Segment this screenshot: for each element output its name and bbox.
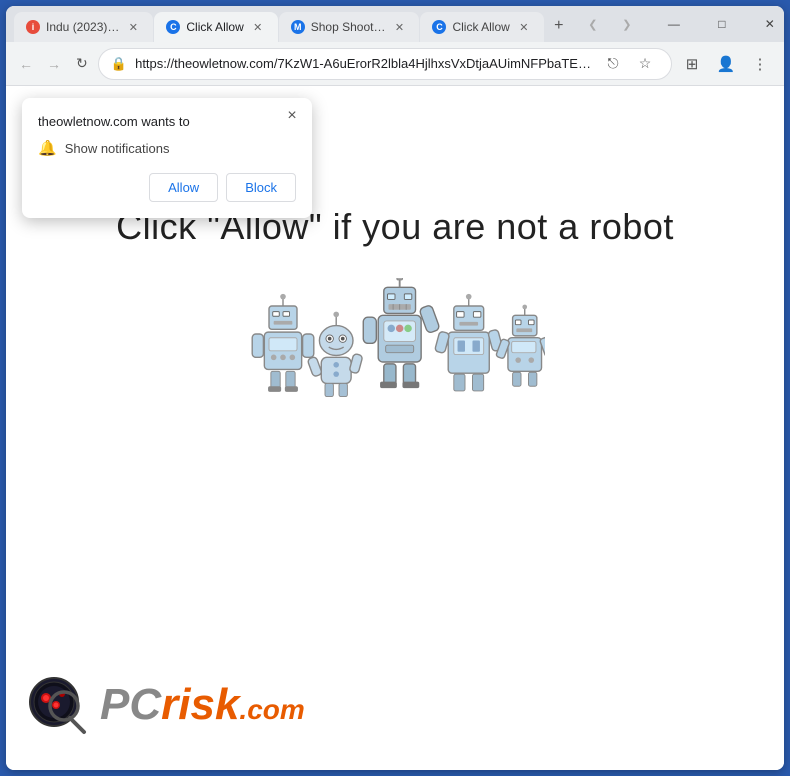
pc-text: PC	[100, 680, 161, 729]
robots-illustration	[245, 278, 545, 418]
url-text: https://theowletnow.com/7KzW1-A6uErorR2l…	[135, 56, 591, 71]
browser-window: i Indu (2023)… ✕ C Click Allow ✕ M Shop …	[6, 6, 784, 770]
dotcom-text: .com	[239, 694, 304, 725]
popup-notification-row: 🔔 Show notifications	[38, 139, 296, 157]
menu-button[interactable]: ⋮	[744, 48, 776, 80]
tab1-label: Indu (2023)…	[46, 20, 119, 34]
tab-scroll-right[interactable]: ❯	[611, 8, 643, 40]
back-button[interactable]: ←	[14, 48, 38, 80]
bookmark-icon-button[interactable]: ☆	[631, 50, 659, 78]
bell-icon: 🔔	[38, 139, 57, 157]
window-controls: — □ ✕	[651, 9, 784, 39]
tabs-area: i Indu (2023)… ✕ C Click Allow ✕ M Shop …	[14, 6, 573, 42]
browser-tab-2[interactable]: C Click Allow ✕	[154, 12, 277, 42]
close-button[interactable]: ✕	[747, 9, 784, 39]
browser-tab-3[interactable]: M Shop Shoot… ✕	[279, 12, 420, 42]
extensions-button[interactable]: ⊞	[676, 48, 708, 80]
tab2-favicon: C	[166, 20, 180, 34]
allow-button[interactable]: Allow	[149, 173, 218, 202]
tab2-label: Click Allow	[186, 20, 243, 34]
new-tab-button[interactable]: +	[545, 12, 573, 40]
url-bar[interactable]: 🔒 https://theowletnow.com/7KzW1-A6uErorR…	[98, 48, 672, 80]
title-bar: i Indu (2023)… ✕ C Click Allow ✕ M Shop …	[6, 6, 784, 42]
browser-tab-1[interactable]: i Indu (2023)… ✕	[14, 12, 153, 42]
tab3-label: Shop Shoot…	[311, 20, 386, 34]
maximize-button[interactable]: □	[699, 9, 745, 39]
tab1-favicon: i	[26, 20, 40, 34]
popup-buttons: Allow Block	[38, 173, 296, 202]
popup-title: theowletnow.com wants to	[38, 114, 296, 129]
profile-button[interactable]: 👤	[710, 48, 742, 80]
forward-button[interactable]: →	[42, 48, 66, 80]
tab3-close[interactable]: ✕	[391, 19, 407, 35]
address-bar: ← → ↻ 🔒 https://theowletnow.com/7KzW1-A6…	[6, 42, 784, 86]
pcrisk-logo: PCrisk.com	[26, 670, 305, 740]
tab-scroll-left[interactable]: ❮	[577, 8, 609, 40]
pcrisk-text: PCrisk.com	[100, 683, 305, 727]
tab4-favicon: C	[432, 20, 446, 34]
refresh-button[interactable]: ↻	[70, 48, 94, 80]
tab4-label: Click Allow	[452, 20, 509, 34]
popup-close-button[interactable]: ×	[282, 106, 302, 126]
share-icon-button[interactable]: ⎋	[599, 50, 627, 78]
tab2-close[interactable]: ✕	[250, 19, 266, 35]
tab3-favicon: M	[291, 20, 305, 34]
minimize-button[interactable]: —	[651, 9, 697, 39]
page-content: × theowletnow.com wants to 🔔 Show notifi…	[6, 86, 784, 770]
risk-text: risk	[161, 680, 239, 729]
block-button[interactable]: Block	[226, 173, 296, 202]
notification-popup: × theowletnow.com wants to 🔔 Show notifi…	[22, 98, 312, 218]
browser-tab-4[interactable]: C Click Allow ✕	[420, 12, 543, 42]
tab1-close[interactable]: ✕	[125, 19, 141, 35]
toolbar-icons: ⊞ 👤 ⋮	[676, 48, 776, 80]
lock-icon: 🔒	[111, 56, 127, 72]
tab4-close[interactable]: ✕	[516, 19, 532, 35]
popup-notification-label: Show notifications	[65, 141, 170, 156]
url-actions: ⎋ ☆	[599, 50, 659, 78]
